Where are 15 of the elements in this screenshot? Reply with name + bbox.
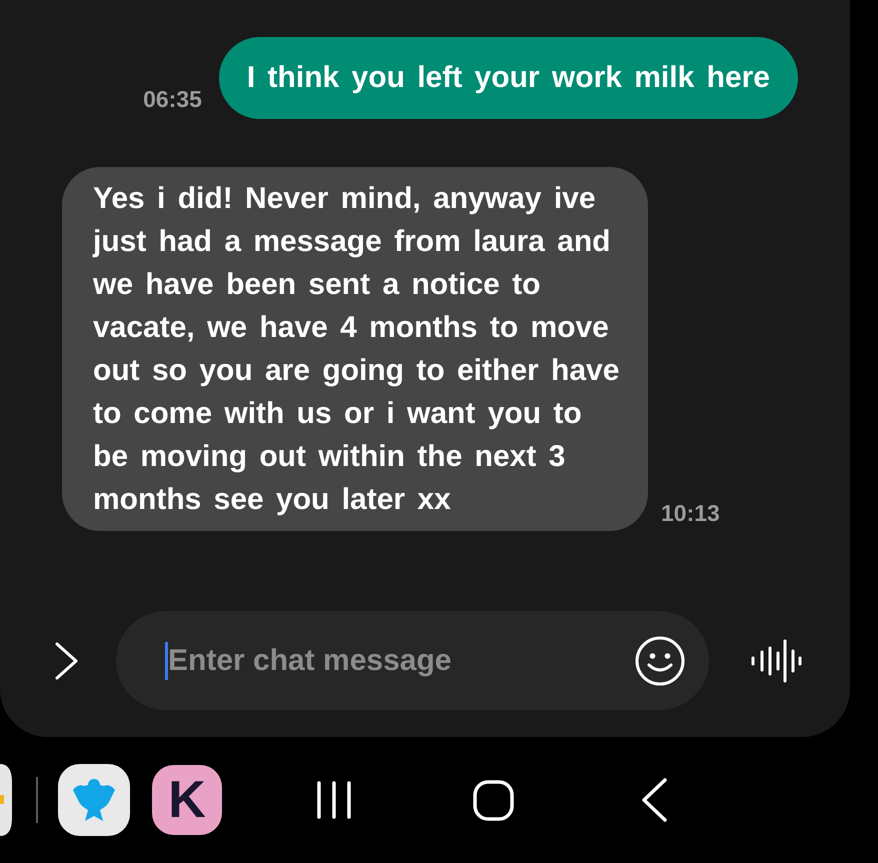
recent-apps-icon[interactable] — [316, 781, 352, 819]
message-bubble: Yes i did! Never mind, anyway ive just had a message from laura and we have been sent a notice to vacate, we have 4 months to move out so you are going to either have to come with us or i want you to be moving out within the next 3 months see you later xx — [62, 167, 648, 531]
back-icon[interactable] — [641, 778, 667, 822]
smiley-icon[interactable] — [635, 636, 685, 686]
eagle-app-icon[interactable] — [58, 764, 130, 836]
message-field[interactable]: Enter chat message — [116, 611, 709, 710]
app-icon[interactable] — [0, 764, 12, 836]
home-icon[interactable] — [473, 780, 514, 820]
message-time: 06:35 — [143, 86, 202, 112]
message-bubble: I think you left your work milk here — [218, 37, 798, 119]
app-shortcut[interactable]: K — [152, 765, 222, 835]
chevron-right-icon[interactable] — [55, 642, 78, 680]
message-time: 10:13 — [661, 500, 720, 526]
message-input[interactable]: Enter chat message — [168, 640, 635, 680]
waveform-icon[interactable] — [750, 638, 802, 682]
